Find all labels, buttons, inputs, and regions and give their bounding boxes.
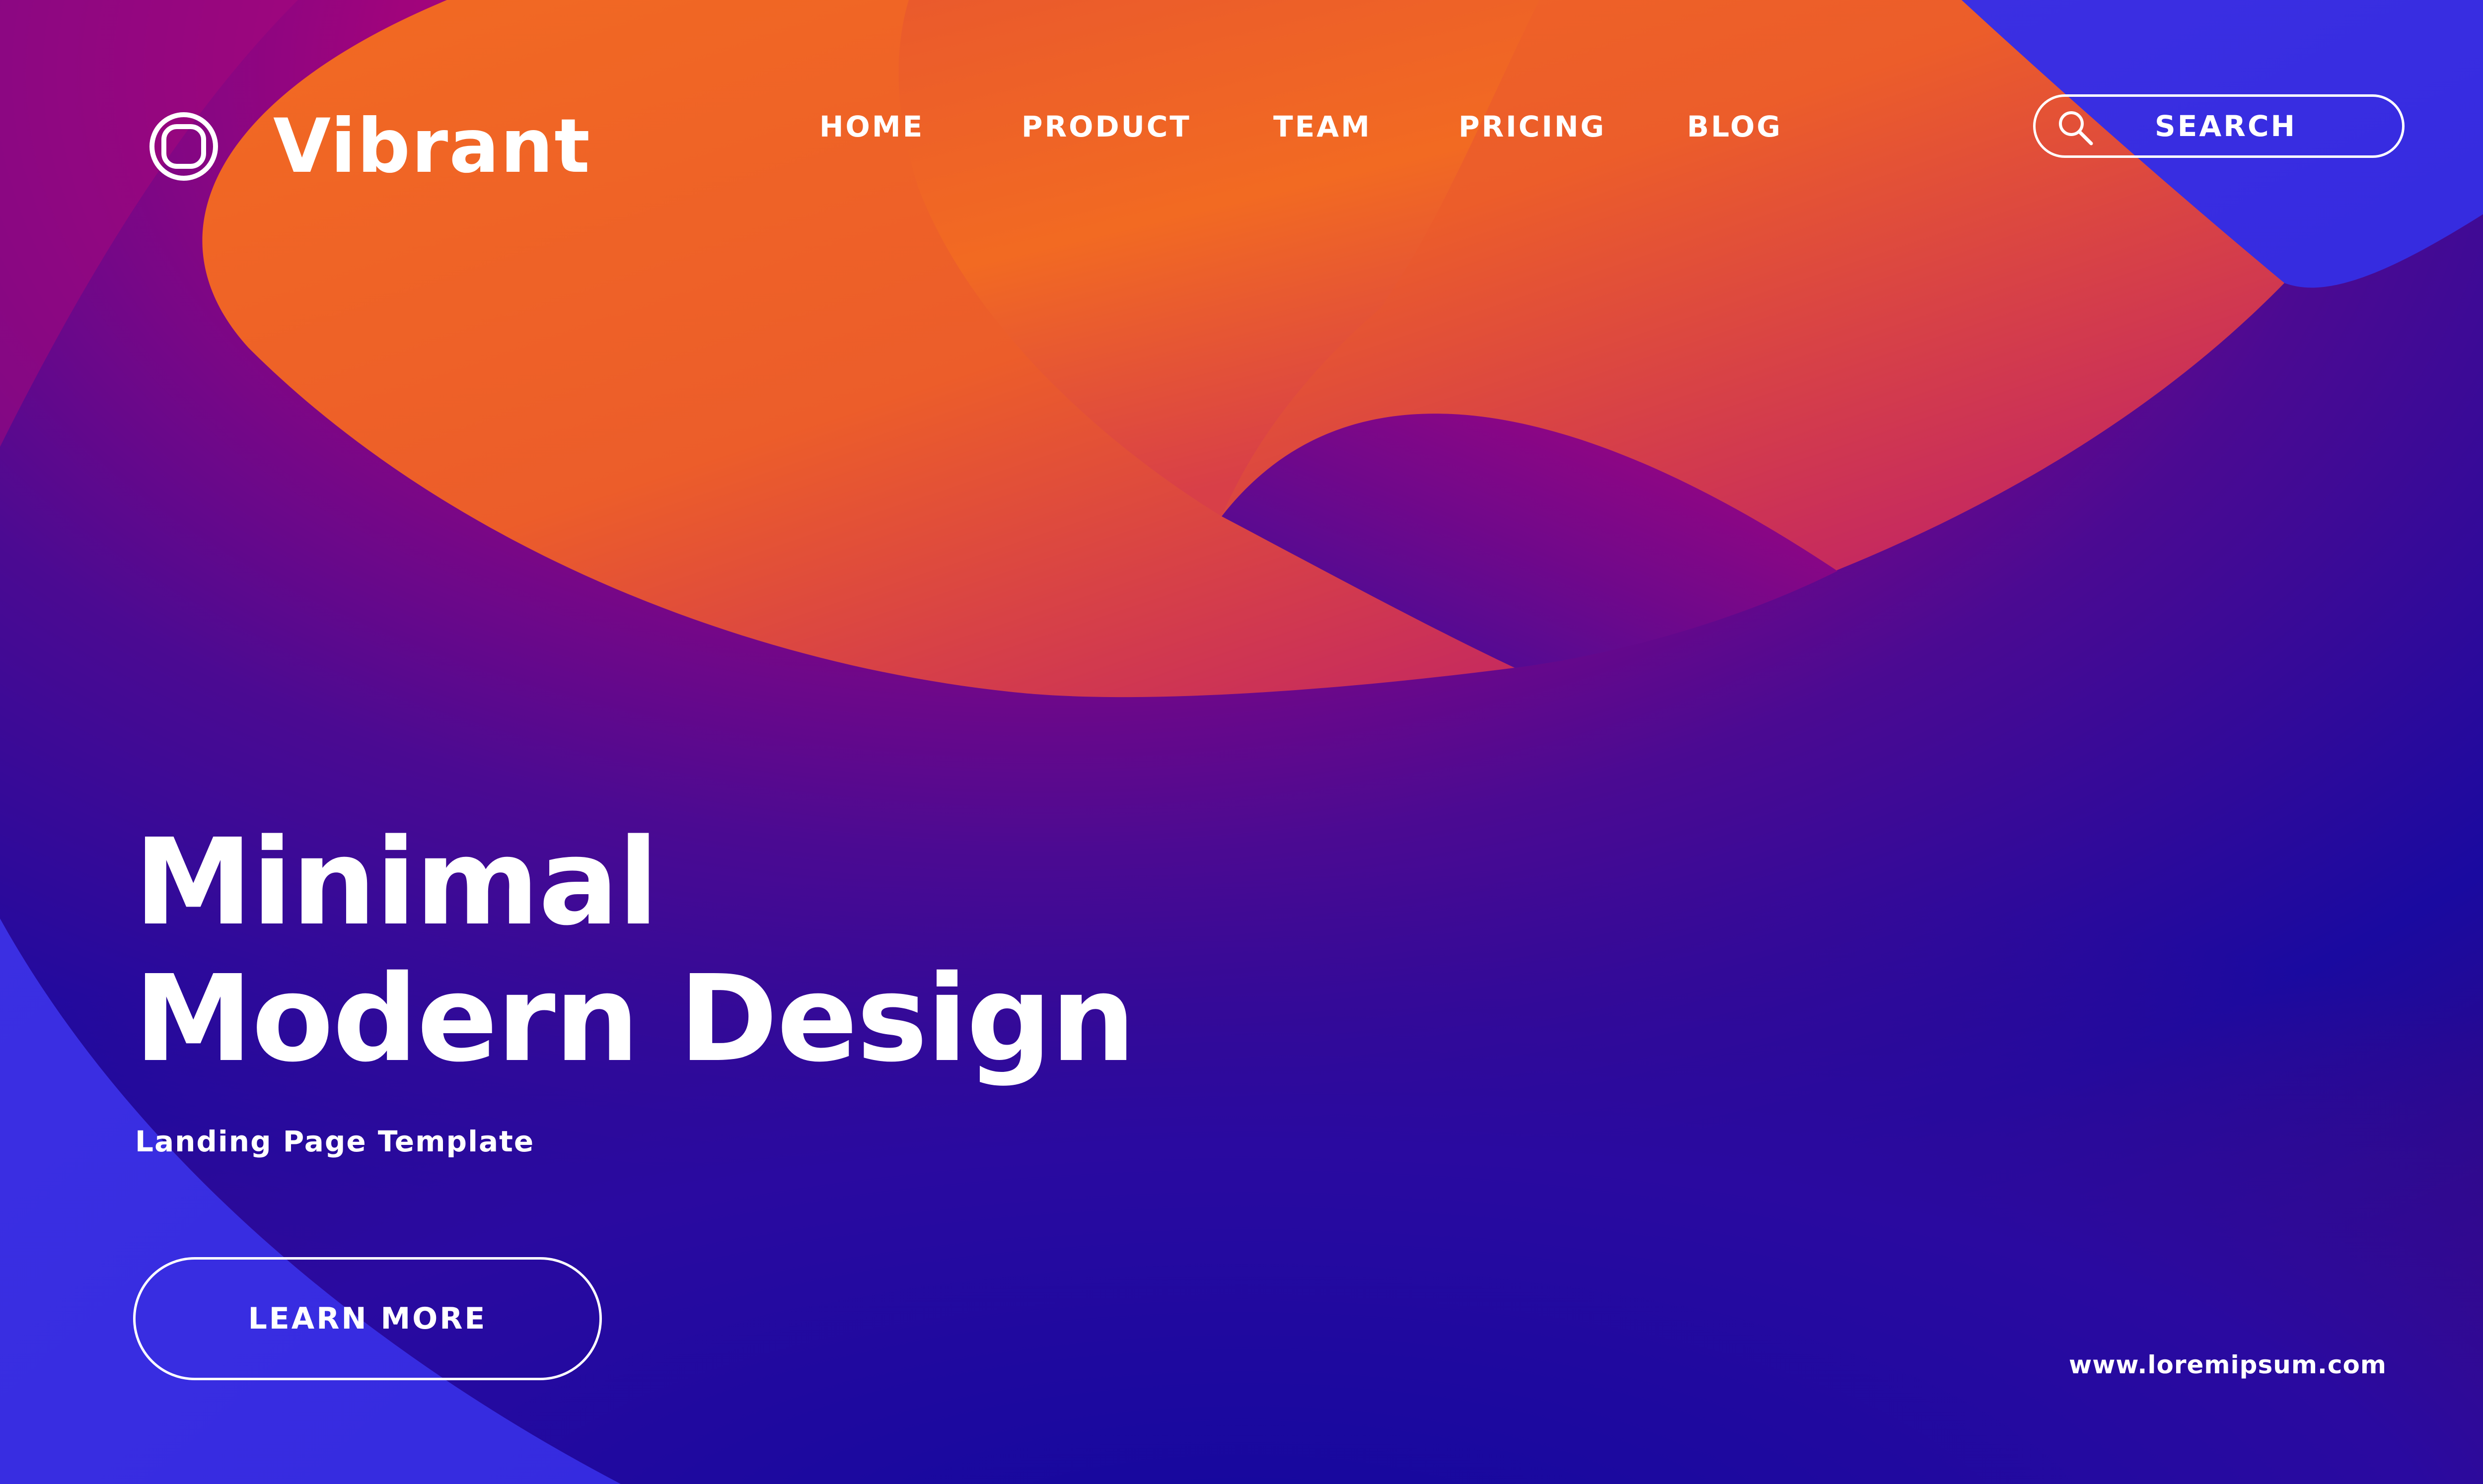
brand-logo[interactable]: Vibrant — [149, 107, 591, 186]
landing-page: Vibrant HOME PRODUCT TEAM PRICING BLOG S… — [0, 0, 2483, 1484]
search-label: SEARCH — [2155, 109, 2297, 143]
learn-more-button[interactable]: LEARN MORE — [133, 1257, 602, 1380]
website-link[interactable]: www.loremipsum.com — [2069, 1350, 2387, 1379]
nav-item-blog[interactable]: BLOG — [1687, 112, 1782, 141]
hero-subtitle: Landing Page Template — [135, 1125, 535, 1158]
main-nav: HOME PRODUCT TEAM PRICING BLOG — [795, 112, 1798, 141]
rounded-square-outline-icon — [149, 112, 218, 181]
nav-item-pricing[interactable]: PRICING — [1459, 112, 1606, 141]
hero-title-line-2: Modern Design — [134, 949, 1136, 1088]
hero-title: Minimal Modern Design — [134, 813, 1136, 1088]
search-button[interactable]: SEARCH — [2033, 94, 2405, 158]
nav-item-home[interactable]: HOME — [819, 112, 924, 141]
brand-name: Vibrant — [273, 103, 591, 190]
learn-more-label: LEARN MORE — [248, 1301, 487, 1336]
nav-item-team[interactable]: TEAM — [1273, 112, 1372, 141]
search-icon — [2059, 111, 2093, 145]
hero-title-line-1: Minimal — [134, 813, 659, 952]
nav-item-product[interactable]: PRODUCT — [1022, 112, 1191, 141]
